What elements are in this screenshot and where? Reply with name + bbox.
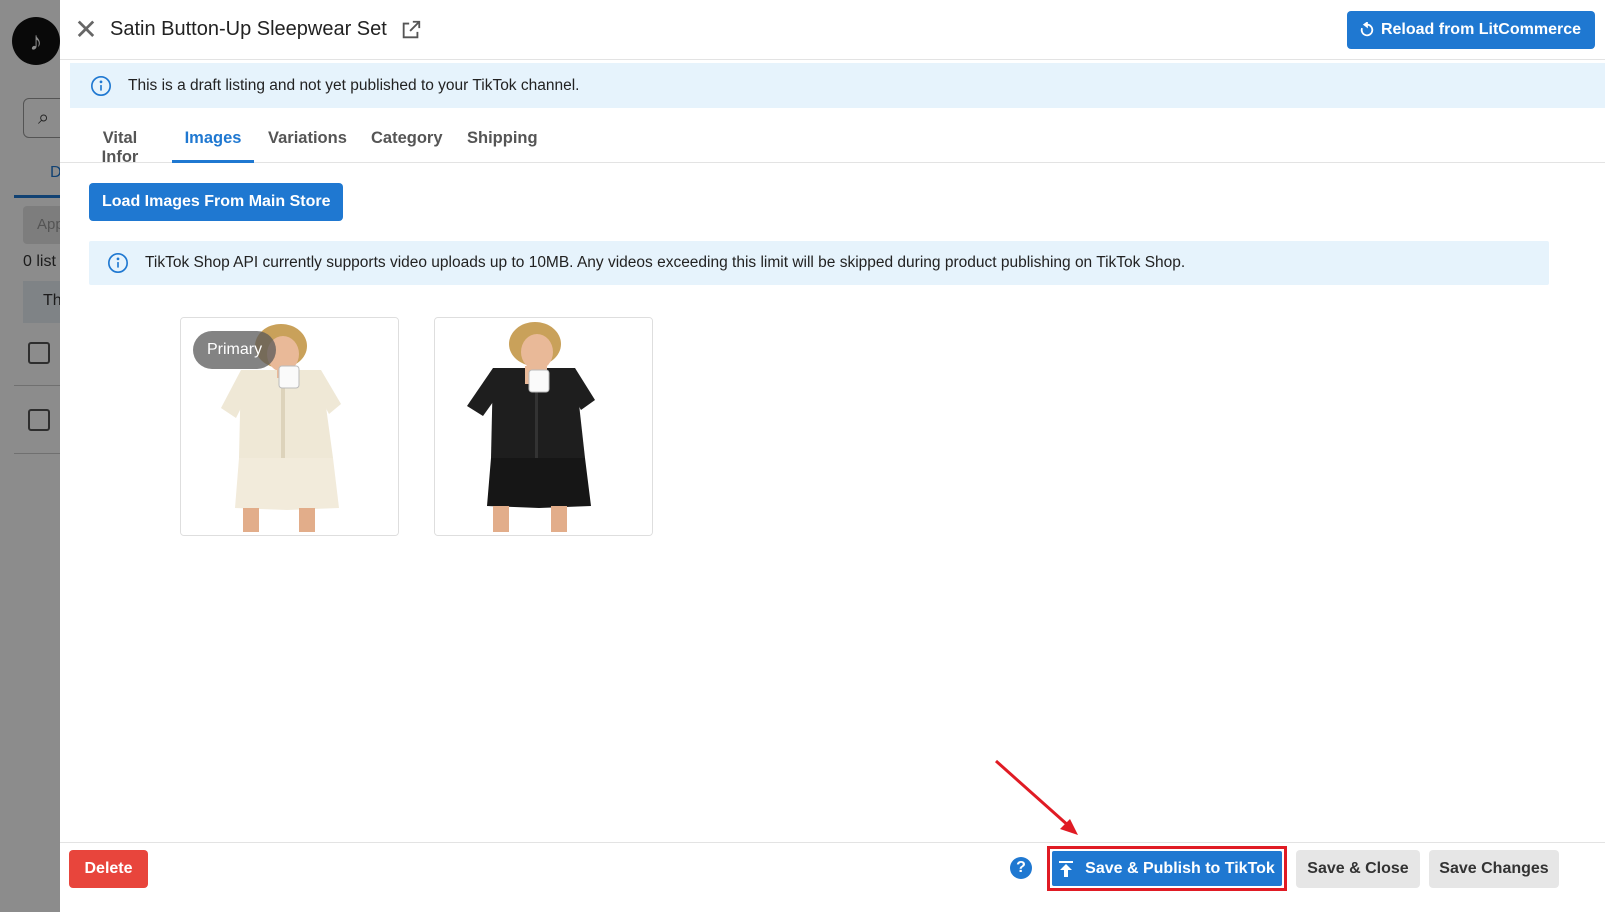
tab-images[interactable]: Images (172, 116, 254, 163)
api-notice-text: TikTok Shop API currently supports video… (145, 254, 1186, 271)
save-and-close-button[interactable]: Save & Close (1296, 850, 1420, 888)
annotation-arrow-icon (995, 759, 1078, 835)
help-icon[interactable]: ? (1010, 857, 1032, 879)
info-icon (91, 75, 111, 96)
save-and-publish-button[interactable]: Save & Publish to TikTok (1052, 851, 1282, 886)
listing-editor-modal: ✕ Satin Button-Up Sleepwear Set Reload f… (60, 0, 1605, 912)
delete-button[interactable]: Delete (69, 850, 148, 888)
product-image-thumbnail[interactable]: Primary (180, 317, 399, 536)
load-images-button[interactable]: Load Images From Main Store (89, 183, 344, 221)
api-notice-banner: TikTok Shop API currently supports video… (89, 241, 1549, 285)
save-changes-button[interactable]: Save Changes (1429, 850, 1559, 888)
tab-variations[interactable]: Variations (268, 116, 347, 163)
modal-header: ✕ Satin Button-Up Sleepwear Set Reload f… (60, 0, 1605, 60)
editor-tabs: Vital Infor Images Variations Category S… (60, 116, 1605, 166)
primary-badge: Primary (193, 331, 277, 369)
tab-category[interactable]: Category (371, 116, 443, 163)
modal-title: Satin Button-Up Sleepwear Set (110, 18, 387, 40)
reload-icon (1360, 22, 1374, 37)
product-image-thumbnail[interactable] (434, 317, 653, 536)
open-external-icon[interactable] (400, 19, 422, 41)
modal-footer: Delete ? Save & Publish to TikTok Save &… (60, 842, 1605, 912)
product-image-black-sleepwear (435, 318, 652, 535)
draft-notice-text: This is a draft listing and not yet publ… (128, 76, 580, 94)
draft-notice-banner: This is a draft listing and not yet publ… (70, 63, 1605, 108)
publish-highlight-box: Save & Publish to TikTok (1047, 846, 1287, 891)
reload-button-label: Reload from LitCommerce (1380, 21, 1581, 38)
close-icon[interactable]: ✕ (72, 16, 100, 44)
tab-vital-infor[interactable]: Vital Infor (84, 116, 156, 166)
publish-button-label: Save & Publish to TikTok (1085, 859, 1275, 877)
info-icon (108, 253, 128, 273)
upload-icon (1059, 860, 1074, 877)
tab-shipping[interactable]: Shipping (467, 116, 538, 163)
reload-from-litcommerce-button[interactable]: Reload from LitCommerce (1346, 11, 1595, 49)
